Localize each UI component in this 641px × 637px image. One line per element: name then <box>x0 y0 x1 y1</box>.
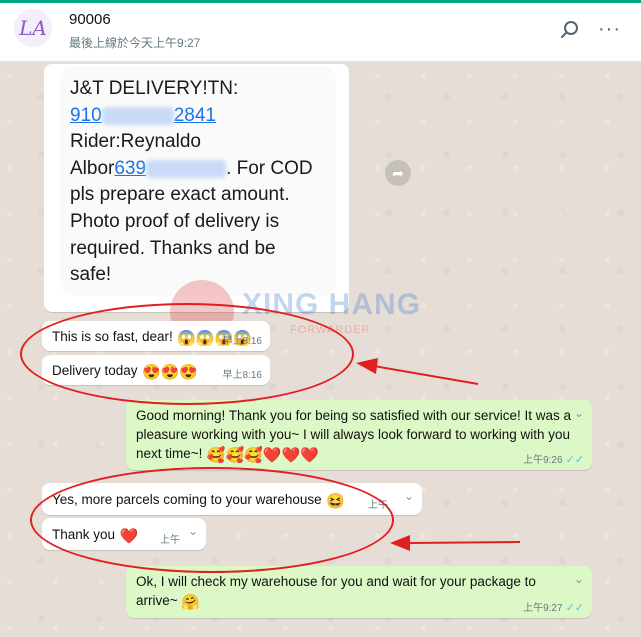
chat-header: LA 90006 最後上線於今天上午9:27 ··· <box>0 0 641 62</box>
arrow-head-icon <box>356 358 378 374</box>
annotation-arrows <box>356 358 521 551</box>
arrow-head-icon <box>390 535 410 551</box>
search-icon[interactable] <box>560 20 580 40</box>
contact-name[interactable]: 90006 <box>69 11 111 28</box>
more-options-icon[interactable]: ··· <box>598 18 621 41</box>
chat-area[interactable]: J&T DELIVERY!TN: 910 2841 Rider:Reynaldo … <box>0 62 641 637</box>
contact-avatar[interactable]: LA <box>14 9 52 47</box>
last-seen-status: 最後上線於今天上午9:27 <box>69 36 201 50</box>
header-accent-bar <box>0 0 641 3</box>
